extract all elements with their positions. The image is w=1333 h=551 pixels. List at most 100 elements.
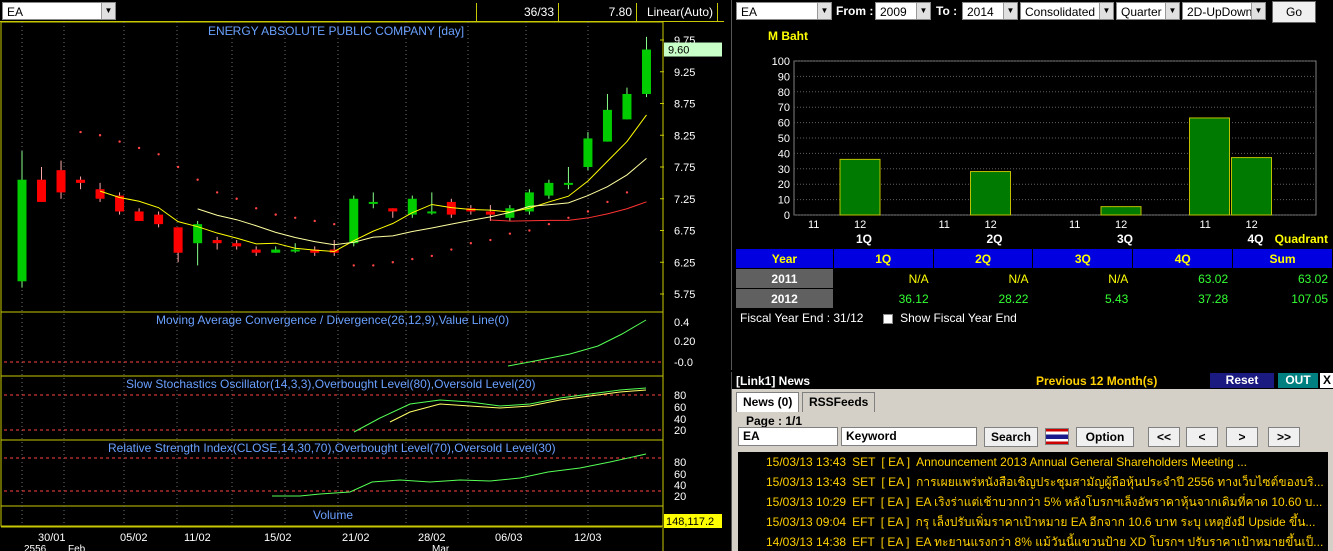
date-axis-label: 12/03: [574, 532, 602, 544]
keyword-input[interactable]: Keyword: [841, 427, 977, 446]
close-icon[interactable]: X: [1320, 373, 1333, 388]
price-axis-label: 6.75: [674, 226, 695, 238]
bar-axis-label: 30: [778, 164, 790, 176]
sar-dot: [489, 238, 492, 242]
table-header: Sum: [1232, 248, 1333, 269]
language-flag-icon[interactable]: [1045, 428, 1069, 445]
news-source: SET: [852, 475, 876, 489]
month-axis-label: Feb: [68, 544, 86, 551]
macd-axis-label: 0.4: [674, 317, 689, 329]
candle-body: [563, 182, 573, 185]
table-cell: 63.02: [1132, 268, 1234, 289]
ma-mid-line: [197, 158, 647, 246]
news-time: 15/03/13 10:29: [766, 495, 847, 509]
bar-axis-label: 40: [778, 148, 790, 160]
rsi-axis-label: 20: [674, 491, 686, 503]
news-period: Previous 12 Month(s): [1036, 374, 1158, 388]
chevron-down-icon[interactable]: ▼: [817, 3, 831, 19]
candle-body: [173, 227, 183, 253]
out-button[interactable]: OUT: [1278, 373, 1318, 388]
price-axis-label: 5.75: [674, 289, 695, 301]
news-symbol-input[interactable]: EA: [738, 427, 838, 446]
period-select[interactable]: Quarter ▼: [1116, 2, 1180, 20]
news-item[interactable]: 15/03/13 10:29 EFT [ EA ] EA เริงร่าแต่เช้า…: [766, 492, 1326, 512]
chevron-down-icon[interactable]: ▼: [1251, 3, 1265, 19]
candle-body: [154, 214, 164, 225]
quarter-label: 3Q: [1117, 232, 1133, 246]
sar-dot: [372, 264, 375, 267]
tab-news[interactable]: News (0): [736, 392, 800, 412]
bar-axis-label: 60: [778, 118, 790, 130]
first-page-button[interactable]: <<: [1148, 427, 1180, 447]
table-header: 3Q: [1032, 248, 1134, 269]
consolidated-select[interactable]: Consolidated ▼: [1020, 2, 1114, 20]
quarter-bar: [1231, 157, 1272, 216]
table-header: 2Q: [932, 248, 1034, 269]
table-row: 2012 36.12 28.22 5.43 37.28 107.05: [735, 288, 1333, 309]
bar-axis-label: 50: [778, 133, 790, 145]
candle-body: [388, 208, 398, 212]
news-headline: กรุ เล็งปรับเพิ่มราคาเป้าหมาย EA อีกจาก …: [915, 515, 1316, 529]
sar-dot: [215, 191, 219, 194]
chevron-down-icon[interactable]: ▼: [101, 3, 115, 19]
news-time: 15/03/13 13:43: [766, 475, 847, 489]
prev-page-button[interactable]: <: [1186, 427, 1218, 447]
date-axis-label: 11/02: [184, 532, 211, 544]
symbol-select[interactable]: EA ▼: [2, 2, 116, 20]
date-axis-label: 21/02: [342, 532, 370, 544]
next-page-button[interactable]: >: [1226, 427, 1258, 447]
table-cell: 37.28: [1132, 288, 1234, 309]
view-select[interactable]: 2D-UpDown ▼: [1182, 2, 1266, 20]
to-year-select[interactable]: 2014 ▼: [962, 2, 1018, 20]
news-item[interactable]: 15/03/13 13:43 SET [ EA ] การเผยแพร่หนังสือ…: [766, 472, 1326, 492]
reset-button[interactable]: Reset: [1210, 373, 1274, 388]
price-axis-label: 7.25: [674, 194, 695, 206]
chevron-down-icon[interactable]: ▼: [916, 3, 930, 19]
price-chart[interactable]: 9.759.258.758.257.757.256.756.255.759.60…: [0, 22, 724, 551]
candle-body: [17, 179, 27, 282]
sar-dot: [274, 213, 277, 216]
option-button[interactable]: Option: [1076, 427, 1134, 447]
news-page-indicator: Page : 1/1: [746, 414, 803, 428]
candle-body: [602, 109, 612, 142]
from-year-select[interactable]: 2009 ▼: [875, 2, 931, 20]
price-axis-label: 8.25: [674, 130, 695, 142]
news-symbol: [ EA ]: [880, 535, 910, 549]
search-button[interactable]: Search: [984, 427, 1038, 447]
news-headline: Announcement 2013 Annual General Shareho…: [916, 455, 1247, 469]
candle-body: [368, 201, 378, 204]
news-item[interactable]: 14/03/13 14:38 EFT [ EA ] EA ทะยานแรงกว่า 8…: [766, 532, 1326, 551]
news-time: 15/03/13 09:04: [766, 515, 847, 529]
candle-body: [427, 211, 437, 214]
candle-body: [349, 198, 359, 244]
sar-dot: [196, 178, 199, 181]
bar-count: 36/33: [476, 3, 558, 21]
news-item[interactable]: 15/03/13 13:43 SET [ EA ] Announcement 2013…: [766, 452, 1326, 472]
quarter-label: 4Q: [1247, 232, 1263, 246]
scale-mode[interactable]: Linear(Auto): [636, 3, 718, 21]
sar-dot: [625, 191, 629, 194]
price-axis-label: 9.25: [674, 67, 695, 79]
table-header: 4Q: [1132, 248, 1234, 269]
tab-rssfeeds[interactable]: RSSFeeds: [802, 392, 876, 412]
sar-dot: [469, 242, 473, 245]
last-page-button[interactable]: >>: [1268, 427, 1300, 447]
candle-body: [583, 138, 593, 167]
sar-dot: [547, 222, 551, 226]
fiscal-year-end: Fiscal Year End : 31/12 Show Fiscal Year…: [740, 311, 1017, 325]
chevron-down-icon[interactable]: ▼: [1099, 3, 1113, 19]
fundamental-symbol-value: EA: [741, 5, 758, 19]
fundamental-symbol-select[interactable]: EA ▼: [736, 2, 832, 20]
show-fiscal-checkbox[interactable]: [882, 313, 893, 324]
news-item[interactable]: 15/03/13 09:04 EFT [ EA ] กรุ เล็งปรับเพิ่ม…: [766, 512, 1326, 532]
table-header: 1Q: [832, 248, 934, 269]
chevron-down-icon[interactable]: ▼: [1165, 3, 1179, 19]
news-list: 15/03/13 13:43 SET [ EA ] Announcement 2013…: [738, 452, 1328, 551]
sar-dot: [333, 222, 336, 226]
bar-axis-label: 70: [778, 102, 790, 114]
news-headline: EA เริงร่าแต่เช้าบวกกว่า 5% หลังโบรกฯเล็…: [915, 495, 1323, 509]
table-cell: 63.02: [1232, 268, 1333, 289]
chevron-down-icon[interactable]: ▼: [1003, 3, 1017, 19]
go-button[interactable]: Go: [1272, 1, 1316, 23]
bar-axis-label: 90: [778, 71, 790, 83]
